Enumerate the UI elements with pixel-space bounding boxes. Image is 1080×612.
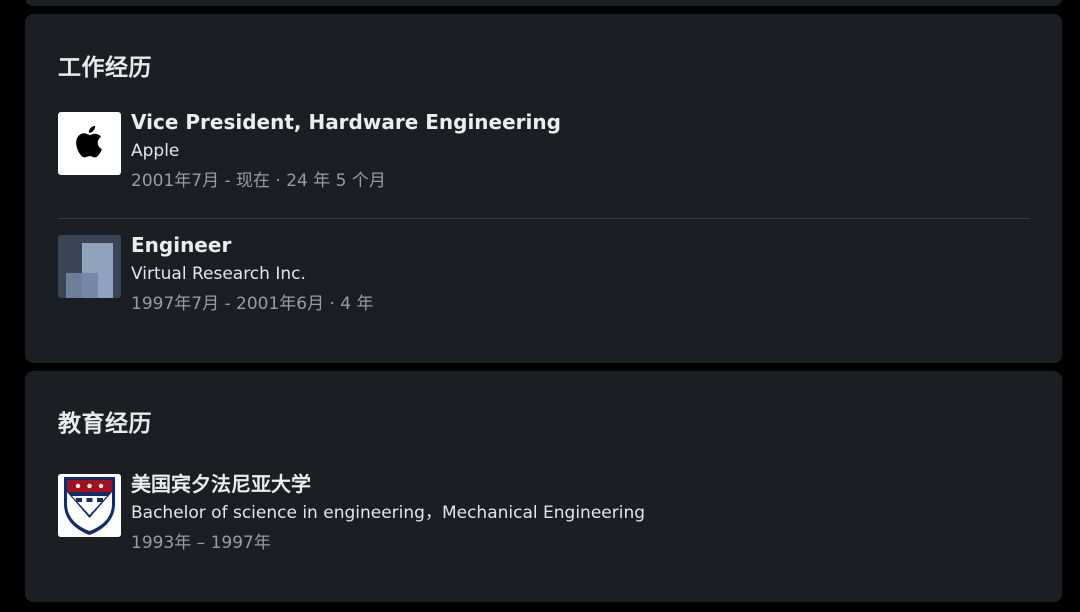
education-period: 1993年 – 1997年 — [131, 533, 271, 553]
experience-section-title: 工作经历 — [58, 55, 152, 81]
job-title[interactable]: Vice President, Hardware Engineering — [131, 112, 1030, 136]
employment-period: 2001年7月 - 现在 · 24 年 5 个月 — [131, 171, 386, 191]
education-section: 教育经历 美国宾夕法尼亚大学 Bachelor of science in en… — [25, 371, 1062, 602]
experience-divider — [58, 218, 1030, 219]
education-section-title: 教育经历 — [58, 411, 152, 437]
company-name: Apple — [131, 141, 180, 161]
employment-period: 1997年7月 - 2001年6月 · 4 年 — [131, 294, 374, 314]
experience-item-apple[interactable]: Vice President, Hardware Engineering App… — [58, 112, 1030, 212]
job-title[interactable]: Engineer — [131, 235, 1030, 259]
company-placeholder-icon[interactable] — [58, 235, 121, 298]
school-name[interactable]: 美国宾夕法尼亚大学 — [131, 474, 1030, 498]
education-item-upenn[interactable]: 美国宾夕法尼亚大学 Bachelor of science in enginee… — [58, 474, 1030, 574]
profile-page: 工作经历 Vice President, Hardware Engineerin… — [0, 0, 1080, 612]
education-item-text: 美国宾夕法尼亚大学 Bachelor of science in enginee… — [131, 474, 1030, 552]
university-crest-icon[interactable] — [58, 474, 121, 537]
company-name: Virtual Research Inc. — [131, 264, 306, 284]
experience-item-virtual-research[interactable]: Engineer Virtual Research Inc. 1997年7月 -… — [58, 235, 1030, 335]
experience-item-text: Engineer Virtual Research Inc. 1997年7月 -… — [131, 235, 1030, 313]
apple-logo-icon[interactable] — [58, 112, 121, 175]
previous-section-card — [25, 0, 1062, 6]
degree-field: Bachelor of science in engineering，Mecha… — [131, 503, 646, 523]
experience-item-text: Vice President, Hardware Engineering App… — [131, 112, 1030, 190]
experience-section: 工作经历 Vice President, Hardware Engineerin… — [25, 14, 1062, 363]
